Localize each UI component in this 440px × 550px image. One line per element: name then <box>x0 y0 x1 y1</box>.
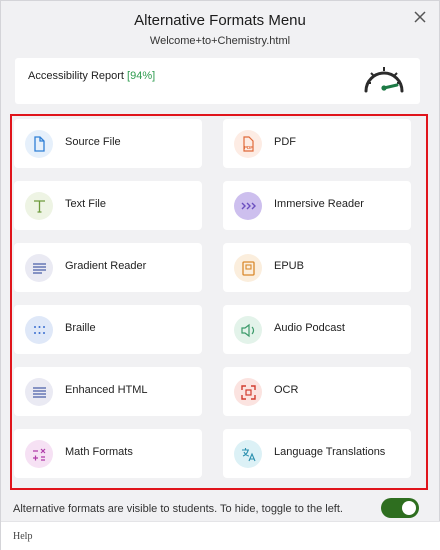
math-symbols-icon <box>25 440 53 468</box>
format-card-braille[interactable]: Braille <box>14 305 202 354</box>
format-label: OCR <box>274 384 299 396</box>
alternative-formats-modal: Alternative Formats Menu Welcome+to+Chem… <box>0 0 440 550</box>
format-label: Immersive Reader <box>274 198 364 210</box>
chevrons-right-icon <box>234 192 262 220</box>
format-card-pdf[interactable]: PDF PDF <box>223 119 411 168</box>
file-name: Welcome+to+Chemistry.html <box>149 35 291 47</box>
format-label: Source File <box>65 136 121 148</box>
svg-text:PDF: PDF <box>244 145 253 150</box>
help-link[interactable]: Help <box>13 531 32 542</box>
format-label: Audio Podcast <box>274 322 345 334</box>
format-card-text-file[interactable]: Text File <box>14 181 202 230</box>
ocr-scan-icon <box>234 378 262 406</box>
format-label: Language Translations <box>274 446 386 458</box>
format-card-ocr[interactable]: OCR <box>223 367 411 416</box>
format-label: PDF <box>274 136 296 148</box>
format-card-enhanced-html[interactable]: Enhanced HTML <box>14 367 202 416</box>
format-card-immersive-reader[interactable]: Immersive Reader <box>223 181 411 230</box>
enhanced-lines-icon <box>25 378 53 406</box>
translate-icon <box>234 440 262 468</box>
modal-title: Alternative Formats Menu <box>134 12 306 29</box>
format-label: Math Formats <box>65 446 133 458</box>
gradient-lines-icon <box>25 254 53 282</box>
accessibility-report-label: Accessibility Report [94%] <box>28 70 155 82</box>
text-t-icon <box>25 192 53 220</box>
gauge-icon <box>364 67 404 93</box>
format-card-gradient-reader[interactable]: Gradient Reader <box>14 243 202 292</box>
toggle-knob <box>402 501 416 515</box>
format-label: Gradient Reader <box>65 260 147 272</box>
document-icon <box>25 130 53 158</box>
visibility-note: Alternative formats are visible to stude… <box>13 503 343 515</box>
format-label: Text File <box>65 198 106 210</box>
help-bar: Help <box>1 521 440 550</box>
format-card-language-translations[interactable]: Language Translations <box>223 429 411 478</box>
format-label: EPUB <box>274 260 304 272</box>
close-icon[interactable] <box>411 8 429 26</box>
pdf-icon: PDF <box>234 130 262 158</box>
speaker-icon <box>234 316 262 344</box>
report-percentage: [94%] <box>127 70 156 82</box>
visibility-toggle[interactable] <box>381 498 419 518</box>
format-label: Enhanced HTML <box>65 384 148 396</box>
report-label-text: Accessibility Report <box>28 70 124 82</box>
format-label: Braille <box>65 322 96 334</box>
format-card-math-formats[interactable]: Math Formats <box>14 429 202 478</box>
format-card-audio-podcast[interactable]: Audio Podcast <box>223 305 411 354</box>
format-card-epub[interactable]: EPUB <box>223 243 411 292</box>
accessibility-report-card[interactable]: Accessibility Report [94%] <box>15 58 420 104</box>
format-card-source-file[interactable]: Source File <box>14 119 202 168</box>
braille-dots-icon <box>25 316 53 344</box>
book-icon <box>234 254 262 282</box>
